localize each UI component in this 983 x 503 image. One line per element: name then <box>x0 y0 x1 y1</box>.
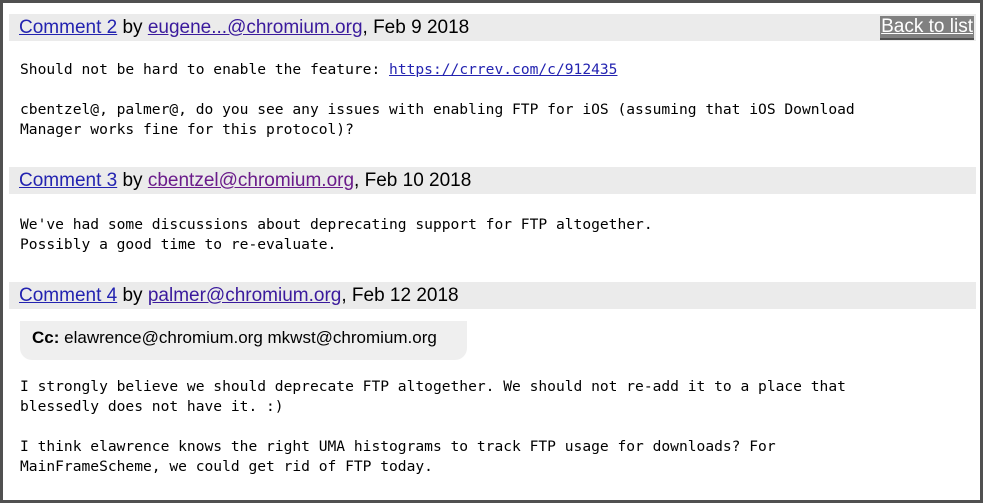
crrev-link[interactable]: https://crrev.com/c/912435 <box>389 61 617 78</box>
comment-header: Comment 4 by palmer@chromium.org, Feb 12… <box>9 282 976 309</box>
by-label: by <box>122 285 143 306</box>
comment-body: Should not be hard to enable the feature… <box>20 60 617 80</box>
by-label: by <box>122 17 143 38</box>
comment-paragraph: I think elawrence knows the right UMA hi… <box>20 438 776 475</box>
comment-date: , Feb 12 2018 <box>341 285 459 306</box>
back-to-list-link[interactable]: Back to list <box>880 16 974 40</box>
author-link[interactable]: palmer@chromium.org <box>148 285 342 306</box>
comment-paragraph: We've had some discussions about depreca… <box>20 216 653 253</box>
comment-link[interactable]: Comment 2 <box>19 17 117 38</box>
comment-link[interactable]: Comment 4 <box>19 285 117 306</box>
comment-paragraph: cbentzel@, palmer@, do you see any issue… <box>20 101 855 138</box>
comment-paragraph: Should not be hard to enable the feature… <box>20 61 390 78</box>
comment-date: , Feb 9 2018 <box>362 17 470 38</box>
by-label: by <box>122 170 143 191</box>
cc-update-box: Cc: elawrence@chromium.org mkwst@chromiu… <box>20 321 467 360</box>
cc-value: elawrence@chromium.org mkwst@chromium.or… <box>59 328 437 347</box>
comment-header: Comment 3 by cbentzel@chromium.org, Feb … <box>9 167 976 194</box>
comment-paragraph: I strongly believe we should deprecate F… <box>20 378 846 415</box>
author-link[interactable]: eugene...@chromium.org <box>148 17 363 38</box>
author-link[interactable]: cbentzel@chromium.org <box>148 170 354 191</box>
page-frame: Comment 2 by eugene...@chromium.org, Feb… <box>0 0 983 503</box>
comment-link[interactable]: Comment 3 <box>19 170 117 191</box>
cc-label: Cc: <box>32 328 60 347</box>
comment-date: , Feb 10 2018 <box>354 170 472 191</box>
comment-header: Comment 2 by eugene...@chromium.org, Feb… <box>9 14 976 41</box>
